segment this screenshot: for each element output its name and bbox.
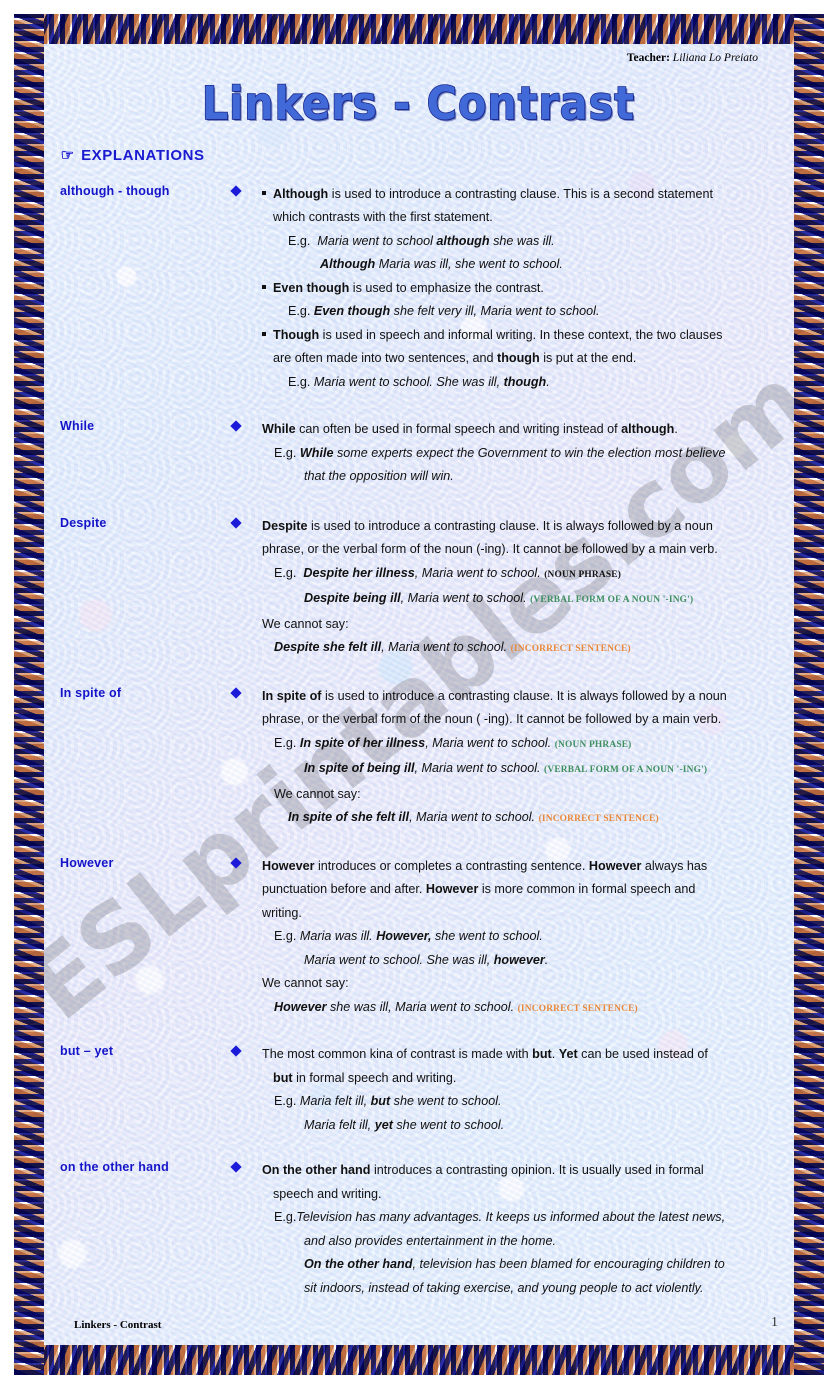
example-line: In spite of being ill, Maria went to sch… <box>304 761 708 776</box>
square-bullet-icon <box>262 332 266 337</box>
example-line: Despite she felt ill, Maria went to scho… <box>274 640 631 655</box>
pointing-hand-icon: ☜ <box>60 146 75 164</box>
text-line: punctuation before and after. However is… <box>262 882 696 897</box>
diamond-bullet-icon <box>230 686 242 699</box>
text-line: Although is used to introduce a contrast… <box>262 183 776 207</box>
annotation-tag: (VERBAL FORM OF A NOUN '-ING') <box>530 595 694 606</box>
annotation-tag: (INCORRECT SENTENCE) <box>538 814 659 825</box>
section-in-spite-of: In spite of In spite of is used to intro… <box>60 685 776 832</box>
celtic-border-bottom <box>14 1345 824 1375</box>
section-label-on-the-other-hand: on the other hand <box>60 1160 169 1175</box>
text-line: phrase, or the verbal form of the noun (… <box>262 542 718 557</box>
section-label-despite: Despite <box>60 515 107 530</box>
teacher-label: Teacher: <box>626 52 670 64</box>
diamond-bullet-icon <box>230 1161 242 1173</box>
example-line: sit indoors, instead of taking exercise,… <box>304 1280 704 1295</box>
section-body-in-spite-of: In spite of is used to introduce a contr… <box>228 685 776 832</box>
example-line: E.g. Maria went to school. She was ill, … <box>288 374 550 389</box>
example-line: that the opposition will win. <box>304 469 454 484</box>
text-line: While can often be used in formal speech… <box>262 422 678 437</box>
text-line: writing. <box>262 905 302 920</box>
diamond-bullet-icon <box>230 856 242 869</box>
section-however: However However introduces or completes … <box>60 855 776 1022</box>
text-line: We cannot say: <box>262 976 349 991</box>
section-but-yet: but – yet The most common kina of contra… <box>60 1043 776 1137</box>
celtic-border-right <box>794 14 824 1375</box>
section-despite: Despite Despite is used to introduce a c… <box>60 515 776 662</box>
text-line: In spite of is used to introduce a contr… <box>262 688 727 703</box>
example-line: E.g. Maria was ill. However, she went to… <box>274 929 543 944</box>
example-line: E.g. Even though she felt very ill, Mari… <box>288 304 600 319</box>
example-line: Maria went to school. She was ill, howev… <box>304 952 549 967</box>
celtic-border-left <box>14 14 44 1375</box>
example-line: E.g.Television has many advantages. It k… <box>274 1210 726 1225</box>
worksheet-page: ESLprintables.com Teacher: Liliana Lo Pr… <box>0 0 838 1389</box>
section-body-but-yet: The most common kina of contrast is made… <box>228 1043 776 1137</box>
section-label-while: While <box>60 419 95 434</box>
example-line: E.g. In spite of her illness, Maria went… <box>274 735 632 750</box>
celtic-border-top <box>14 14 824 44</box>
text-line: On the other hand introduces a contrasti… <box>262 1163 704 1178</box>
square-bullet-icon <box>262 191 266 196</box>
section-body-on-the-other-hand: On the other hand introduces a contrasti… <box>228 1159 776 1300</box>
example-line: On the other hand, television has been b… <box>304 1257 725 1272</box>
diamond-bullet-icon <box>230 1045 242 1057</box>
section-body-although: Although is used to introduce a contrast… <box>228 183 776 395</box>
page-title: Linkers - Contrast <box>201 76 635 131</box>
annotation-tag: (INCORRECT SENTENCE) <box>510 644 631 655</box>
diamond-bullet-icon <box>230 184 242 197</box>
section-label-in-spite-of: In spite of <box>60 685 122 700</box>
text-line: speech and writing. <box>273 1186 382 1201</box>
annotation-tag: (VERBAL FORM OF A NOUN '-ING') <box>544 765 708 776</box>
annotation-tag: (NOUN PHRASE) <box>544 569 622 580</box>
example-line: In spite of she felt ill, Maria went to … <box>288 810 659 825</box>
teacher-line: Teacher: Liliana Lo Preiato <box>60 52 776 65</box>
explanations-heading: ☜ EXPLANATIONS <box>60 147 776 165</box>
section-although: although - though Although is used to in… <box>60 183 776 395</box>
explanations-label: EXPLANATIONS <box>81 147 205 165</box>
square-bullet-icon <box>262 285 266 290</box>
footer: Linkers - Contrast 1 <box>74 1315 778 1331</box>
diamond-bullet-icon <box>230 516 242 529</box>
example-line: Despite being ill, Maria went to school.… <box>304 591 694 606</box>
example-line: Although Maria was ill, she went to scho… <box>320 257 563 272</box>
section-label-but-yet: but – yet <box>60 1044 114 1059</box>
text-line: Even though is used to emphasize the con… <box>262 277 776 301</box>
example-line: However she was ill, Maria went to schoo… <box>274 999 638 1014</box>
text-line: which contrasts with the first statement… <box>273 210 493 225</box>
example-line: Maria felt ill, yet she went to school. <box>304 1117 505 1132</box>
example-line: E.g. Maria went to school although she w… <box>288 233 555 248</box>
teacher-name: Liliana Lo Preiato <box>672 52 758 64</box>
worksheet-content: Teacher: Liliana Lo Preiato Linkers - Co… <box>60 52 776 1300</box>
example-line: E.g. While some experts expect the Gover… <box>274 445 726 460</box>
diamond-bullet-icon <box>230 420 242 432</box>
annotation-tag: (NOUN PHRASE) <box>554 739 632 750</box>
section-on-the-other-hand: on the other hand On the other hand intr… <box>60 1159 776 1300</box>
text-line: but in formal speech and writing. <box>273 1070 457 1085</box>
example-line: E.g. Maria felt ill, but she went to sch… <box>274 1094 502 1109</box>
text-line: However introduces or completes a contra… <box>262 858 708 873</box>
text-line: Despite is used to introduce a contrasti… <box>262 518 713 533</box>
annotation-tag: (INCORRECT SENTENCE) <box>517 1003 638 1014</box>
text-line: We cannot say: <box>262 616 349 631</box>
text-line: are often made into two sentences, and t… <box>273 351 637 366</box>
section-body-however: However introduces or completes a contra… <box>228 855 776 1022</box>
page-number: 1 <box>771 1315 778 1330</box>
text-line: We cannot say: <box>274 786 361 801</box>
example-line: E.g. Despite her illness, Maria went to … <box>274 565 622 580</box>
section-while: While While can often be used in formal … <box>60 418 776 489</box>
section-body-while: While can often be used in formal speech… <box>228 418 776 489</box>
text-line: phrase, or the verbal form of the noun (… <box>262 712 722 727</box>
footer-title: Linkers - Contrast <box>74 1319 162 1331</box>
section-label-although: although - though <box>60 183 170 198</box>
text-line: The most common kina of contrast is made… <box>262 1047 708 1062</box>
title-wrap: Linkers - Contrast <box>60 76 776 133</box>
text-line: Though is used in speech and informal wr… <box>262 324 776 348</box>
section-label-however: However <box>60 855 114 870</box>
section-body-despite: Despite is used to introduce a contrasti… <box>228 515 776 662</box>
example-line: and also provides entertainment in the h… <box>304 1233 557 1248</box>
